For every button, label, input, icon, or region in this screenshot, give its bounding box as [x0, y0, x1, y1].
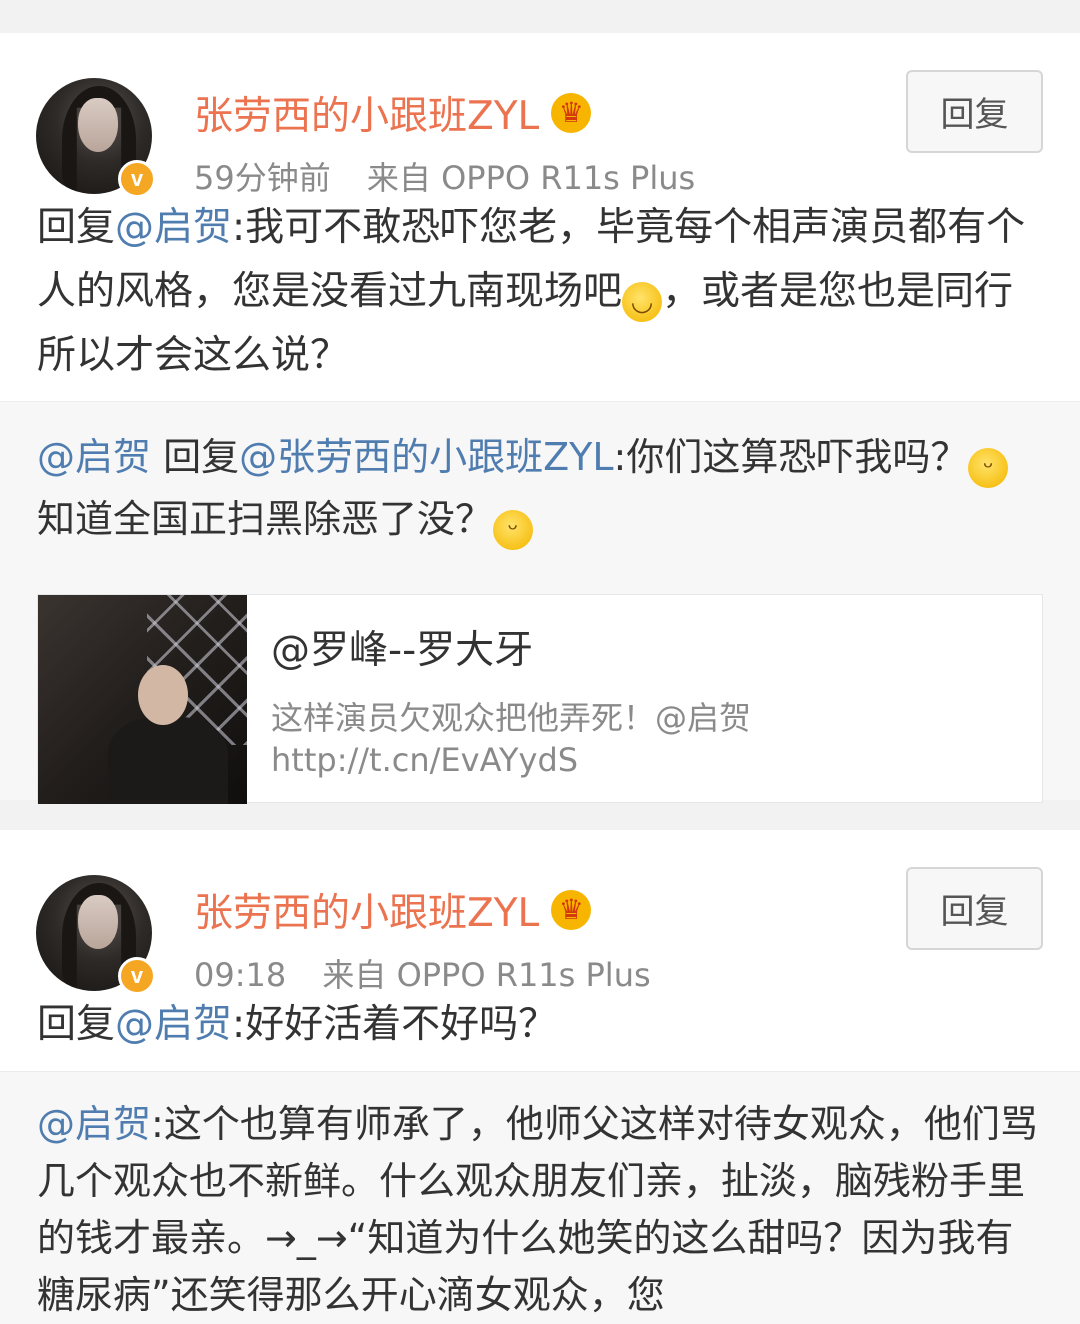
reply-button[interactable]: 回复: [906, 70, 1043, 153]
comment-text: 回复@启贺:我可不敢恐吓您老，毕竟每个相声演员都有个人的风格，您是没看过九南现场…: [37, 205, 1026, 378]
mention-link[interactable]: @启贺: [115, 205, 232, 250]
separator: [0, 800, 1080, 830]
smile-emoji-icon: ◡: [622, 282, 663, 322]
link-card-description: 这样演员欠观众把他弄死！@启贺: [271, 699, 752, 737]
crown-icon: ♛: [551, 890, 592, 930]
comment-source: 来自 OPPO R11s Plus: [322, 956, 651, 994]
username[interactable]: 张劳西的小跟班ZYL ♛: [194, 85, 592, 141]
comment-card: v 张劳西的小跟班ZYL ♛ 59分钟前 来自 OPPO R11s Plus 回…: [0, 33, 1080, 804]
comment-card: v 张劳西的小跟班ZYL ♛ 09:18 来自 OPPO R11s Plus 回…: [0, 830, 1080, 1324]
comment-time: 59分钟前: [194, 159, 331, 197]
username-text[interactable]: 张劳西的小跟班ZYL: [194, 85, 539, 141]
avatar[interactable]: v: [36, 78, 156, 198]
reply-to-link[interactable]: @张劳西的小跟班ZYL: [239, 435, 613, 479]
original-comment[interactable]: @启贺 回复@张劳西的小跟班ZYL:你们这算恐吓我吗？ ᵕ知道全国正扫黑除恶了没？…: [0, 401, 1080, 804]
reply-button[interactable]: 回复: [906, 867, 1043, 950]
original-comment-text: @启贺:这个也算有师承了，他师父这样对待女观众，他们骂几个观众也不新鲜。什么观众…: [37, 1102, 1038, 1317]
comment-text: 回复@启贺:好好活着不好吗？: [37, 1002, 558, 1047]
comment-meta: 59分钟前 来自 OPPO R11s Plus: [194, 153, 721, 199]
comment-meta: 09:18 来自 OPPO R11s Plus: [194, 950, 677, 996]
grin-emoji-icon: ᵕ: [968, 448, 1009, 488]
comment-time: 09:18: [194, 956, 287, 994]
grin-emoji-icon: ᵕ: [493, 510, 534, 550]
verified-icon: v: [118, 160, 156, 198]
comment-source: 来自 OPPO R11s Plus: [366, 159, 696, 197]
original-comment-text: @启贺 回复@张劳西的小跟班ZYL:你们这算恐吓我吗？ ᵕ知道全国正扫黑除恶了没？…: [37, 426, 1040, 550]
top-gap: [0, 0, 1080, 33]
mention-link[interactable]: @启贺: [115, 1002, 232, 1047]
avatar[interactable]: v: [36, 875, 156, 995]
link-card-title: @罗峰--罗大牙: [271, 628, 534, 673]
original-comment[interactable]: @启贺:这个也算有师承了，他师父这样对待女观众，他们骂几个观众也不新鲜。什么观众…: [0, 1071, 1080, 1324]
original-author-link[interactable]: @启贺: [37, 1102, 151, 1146]
crown-icon: ♛: [551, 93, 592, 133]
verified-icon: v: [118, 957, 156, 995]
username[interactable]: 张劳西的小跟班ZYL ♛: [194, 882, 592, 938]
link-card-url[interactable]: http://t.cn/EvAYydS: [271, 741, 578, 779]
link-thumbnail: [38, 595, 247, 804]
original-author-link[interactable]: @启贺: [37, 435, 151, 479]
link-card[interactable]: @罗峰--罗大牙 这样演员欠观众把他弄死！@启贺 http://t.cn/EvA…: [37, 594, 1043, 804]
username-text[interactable]: 张劳西的小跟班ZYL: [194, 882, 539, 938]
